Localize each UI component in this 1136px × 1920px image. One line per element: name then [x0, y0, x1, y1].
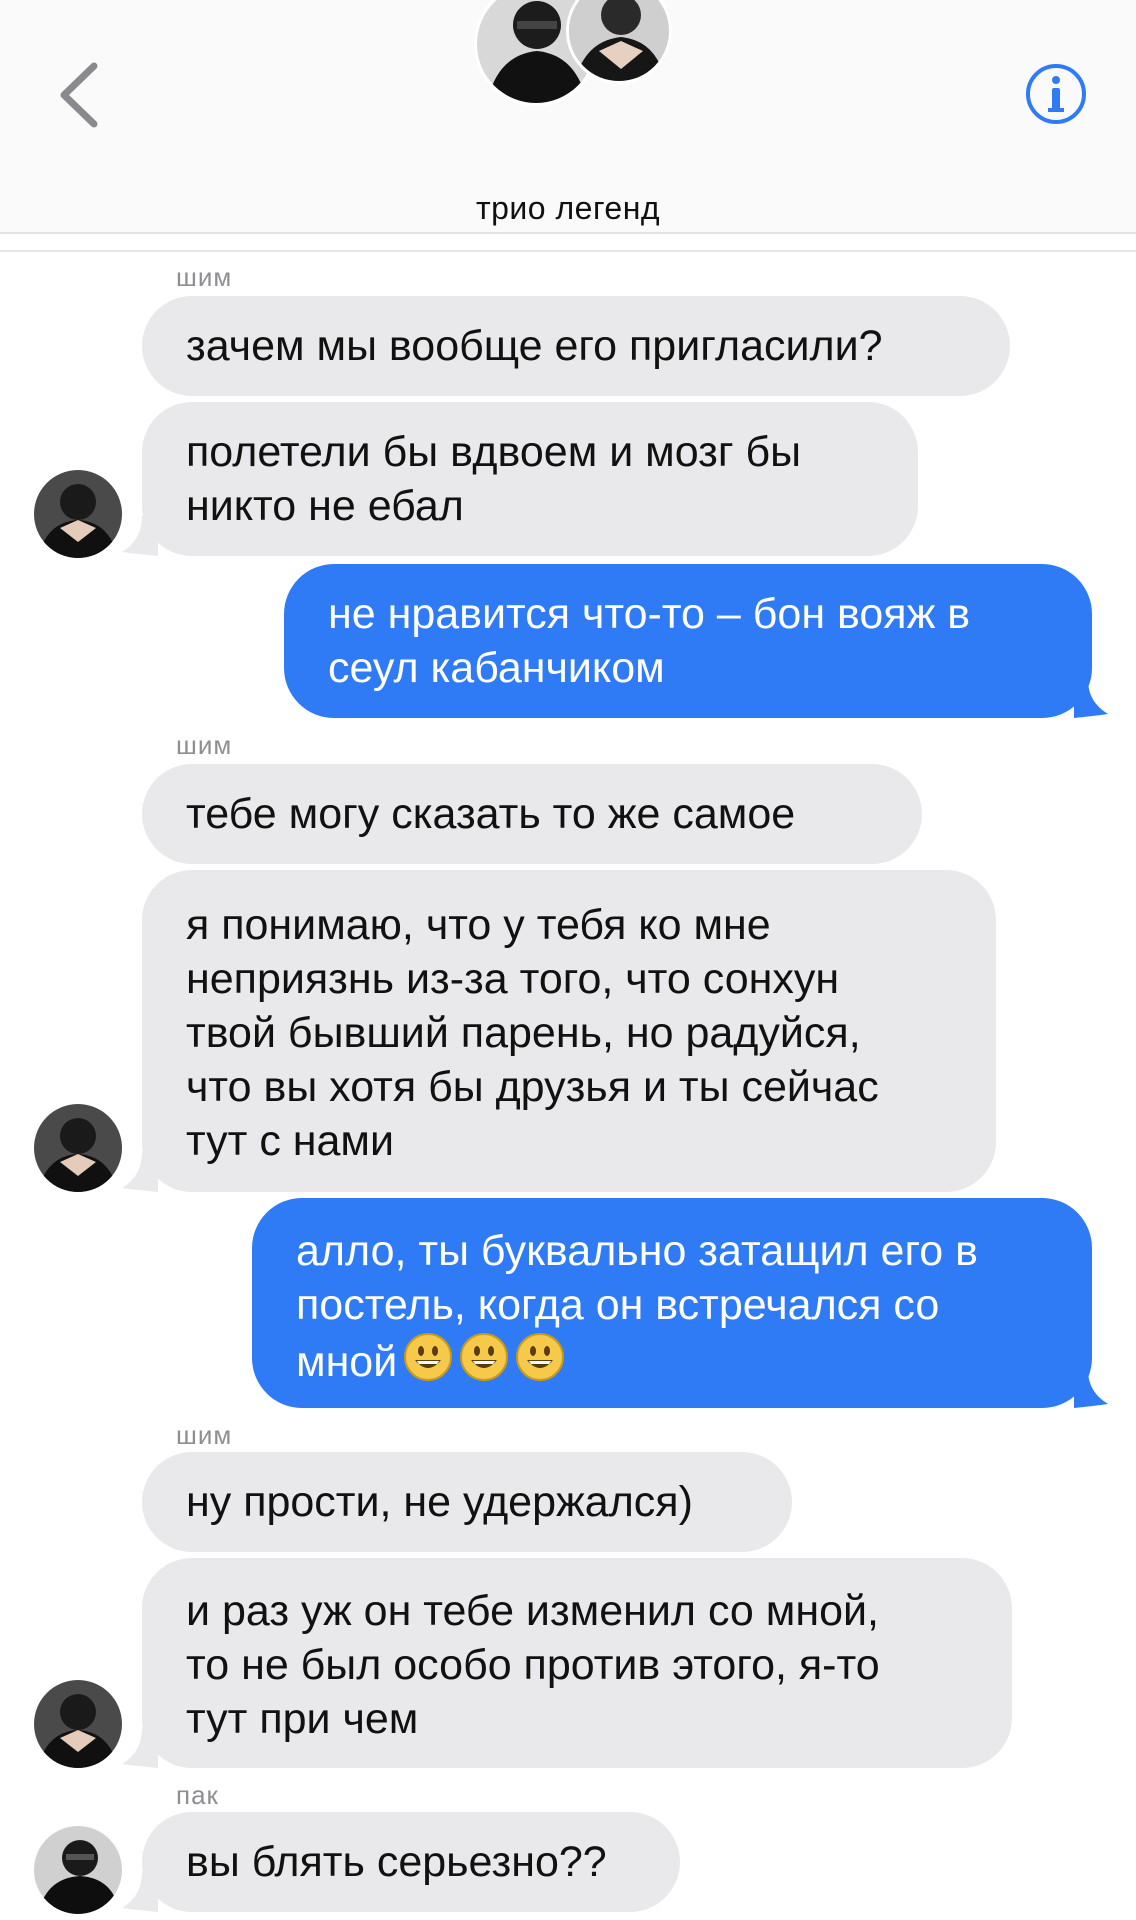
message-bubble-incoming[interactable]: ну прости, не удержался)	[142, 1452, 792, 1552]
message-bubble-incoming[interactable]: я понимаю, что у тебя ко мне неприязнь и…	[142, 870, 996, 1192]
avatar[interactable]	[34, 470, 122, 558]
chevron-left-icon[interactable]	[50, 60, 110, 130]
divider	[0, 250, 1136, 252]
message-bubble-outgoing[interactable]: не нравится что-то – бон вояж в сеул каб…	[284, 564, 1092, 718]
message-bubble-incoming[interactable]: зачем мы вообще его пригласили?	[142, 296, 1010, 396]
info-icon[interactable]	[1024, 62, 1088, 126]
sender-name: шим	[176, 262, 233, 292]
bubble-tail	[122, 516, 158, 556]
bubble-tail	[1074, 680, 1108, 718]
grinning-face-emoji	[460, 1333, 509, 1381]
message-bubble-incoming[interactable]: полетели бы вдвоем и мозг бы никто не еб…	[142, 402, 918, 556]
bubble-tail	[122, 1152, 158, 1192]
chat-title: трио легенд	[475, 190, 661, 226]
chat-header: трио легенд	[0, 0, 1136, 234]
grinning-face-emoji	[404, 1333, 453, 1381]
sender-name: пак	[176, 1780, 219, 1810]
avatar[interactable]	[34, 1826, 122, 1914]
message-bubble-outgoing[interactable]: алло, ты буквально затащил его в постель…	[252, 1198, 1092, 1408]
bubble-tail	[122, 1872, 158, 1912]
bubble-tail	[1074, 1370, 1108, 1408]
message-bubble-incoming[interactable]: вы блять серьезно??	[142, 1812, 680, 1912]
message-text: алло, ты буквально затащил его в постель…	[296, 1227, 978, 1386]
avatar[interactable]	[34, 1104, 122, 1192]
bubble-tail	[122, 1728, 158, 1768]
avatar[interactable]	[34, 1680, 122, 1768]
group-avatar[interactable]	[474, 0, 672, 106]
message-bubble-incoming[interactable]: тебе могу сказать то же самое	[142, 764, 922, 864]
grinning-face-emoji	[516, 1333, 565, 1381]
message-bubble-incoming[interactable]: и раз уж он тебе изменил со мной, то не …	[142, 1558, 1012, 1768]
sender-name: шим	[176, 730, 233, 760]
sender-name: шим	[176, 1420, 233, 1450]
